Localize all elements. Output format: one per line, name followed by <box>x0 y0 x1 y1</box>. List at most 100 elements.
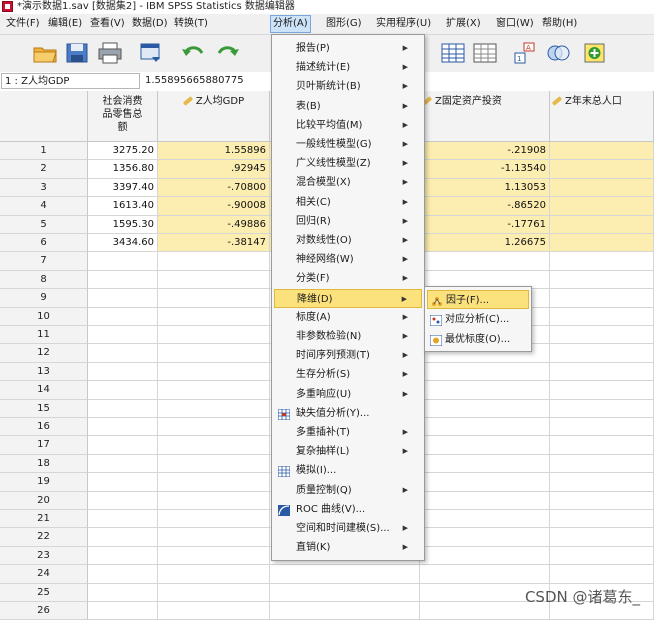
table-cell[interactable] <box>550 307 654 326</box>
row-header[interactable]: 14 <box>0 381 88 400</box>
row-header[interactable]: 7 <box>0 252 88 271</box>
row-header[interactable]: 10 <box>0 307 88 326</box>
table-cell[interactable]: -.86520 <box>420 197 550 216</box>
table-cell[interactable] <box>550 381 654 400</box>
row-header[interactable]: 5 <box>0 215 88 234</box>
analyze-menu-item-1[interactable]: 报告(P) ▶ <box>274 39 422 58</box>
analyze-menu-item-14[interactable]: 降维(D) ▶ <box>274 288 422 308</box>
table-icon[interactable] <box>440 41 466 65</box>
table-cell[interactable] <box>158 602 270 620</box>
table-cell[interactable] <box>550 252 654 271</box>
table-cell[interactable]: 3397.40 <box>88 178 158 198</box>
grid-icon[interactable] <box>472 41 498 65</box>
save-icon[interactable] <box>64 41 90 65</box>
table-cell[interactable]: 1.55896 <box>158 142 270 161</box>
table-cell[interactable] <box>158 362 270 382</box>
table-cell[interactable] <box>550 436 654 455</box>
analyze-menu-item-13[interactable]: 分类(F) ▶ <box>274 269 422 288</box>
table-cell[interactable] <box>88 344 158 363</box>
table-cell[interactable]: -.49886 <box>158 215 270 234</box>
table-cell[interactable] <box>420 454 550 474</box>
open-folder-icon[interactable] <box>32 41 58 65</box>
col-header-zpop[interactable]: Z年末总人口 <box>550 91 654 142</box>
table-cell[interactable]: -.17761 <box>420 215 550 234</box>
table-cell[interactable] <box>158 399 270 418</box>
dimension-submenu-item-2[interactable]: 对应分析(C)... <box>427 310 529 329</box>
analyze-menu-item-24[interactable]: 质量控制(Q) ▶ <box>274 481 422 500</box>
analyze-menu-item-23[interactable]: 模拟(I)... <box>274 461 422 480</box>
table-cell[interactable] <box>270 583 420 602</box>
menu-10[interactable]: 窗口(W) <box>494 16 536 32</box>
table-cell[interactable] <box>550 546 654 566</box>
table-cell[interactable] <box>420 381 550 400</box>
row-header[interactable]: 12 <box>0 344 88 363</box>
table-cell[interactable] <box>88 399 158 418</box>
menu-3[interactable]: 查看(V) <box>88 16 127 32</box>
table-cell[interactable]: -.38147 <box>158 234 270 253</box>
table-cell[interactable] <box>550 178 654 198</box>
row-header[interactable]: 22 <box>0 528 88 547</box>
table-cell[interactable] <box>158 418 270 437</box>
row-header[interactable]: 3 <box>0 178 88 198</box>
cell-reference-box[interactable]: 1 : Z人均GDP <box>1 73 140 89</box>
analyze-menu-item-9[interactable]: 相关(C) ▶ <box>274 193 422 212</box>
analyze-menu-item-10[interactable]: 回归(R) ▶ <box>274 212 422 231</box>
analyze-menu-item-15[interactable]: 标度(A) ▶ <box>274 308 422 327</box>
menu-1[interactable]: 文件(F) <box>4 16 42 32</box>
analyze-menu-item-22[interactable]: 复杂抽样(L) ▶ <box>274 442 422 461</box>
table-cell[interactable] <box>420 473 550 492</box>
row-header[interactable]: 23 <box>0 546 88 566</box>
table-cell[interactable] <box>550 215 654 234</box>
table-cell[interactable] <box>88 510 158 529</box>
row-header[interactable]: 17 <box>0 436 88 455</box>
menu-5[interactable]: 转换(T) <box>172 16 210 32</box>
row-header[interactable]: 20 <box>0 491 88 510</box>
table-cell[interactable] <box>158 436 270 455</box>
analyze-menu-item-2[interactable]: 描述统计(E) ▶ <box>274 58 422 77</box>
table-cell[interactable] <box>158 289 270 308</box>
row-header[interactable]: 2 <box>0 160 88 179</box>
table-cell[interactable] <box>550 270 654 290</box>
value-labels-icon[interactable]: A1 <box>512 41 538 65</box>
table-cell[interactable] <box>420 528 550 547</box>
table-cell[interactable] <box>550 289 654 308</box>
table-cell[interactable] <box>88 473 158 492</box>
table-cell[interactable] <box>158 381 270 400</box>
analyze-menu-item-4[interactable]: 表(B) ▶ <box>274 97 422 116</box>
table-cell[interactable] <box>420 510 550 529</box>
table-cell[interactable] <box>550 234 654 253</box>
dimension-submenu-item-1[interactable]: 因子(F)... <box>427 290 529 309</box>
table-cell[interactable] <box>158 565 270 584</box>
dialog-recall-icon[interactable] <box>138 41 164 65</box>
col-header-retail[interactable]: 社会消费 品零售总额 <box>88 91 158 142</box>
table-cell[interactable] <box>420 565 550 584</box>
table-cell[interactable] <box>550 491 654 510</box>
analyze-menu-item-18[interactable]: 生存分析(S) ▶ <box>274 365 422 384</box>
analyze-menu-item-11[interactable]: 对数线性(O) ▶ <box>274 231 422 250</box>
table-cell[interactable] <box>420 546 550 566</box>
table-cell[interactable]: 1.26675 <box>420 234 550 253</box>
menu-4[interactable]: 数据(D) <box>130 16 170 32</box>
table-cell[interactable] <box>158 491 270 510</box>
row-header[interactable]: 24 <box>0 565 88 584</box>
analyze-menu-item-27[interactable]: 直销(K) ▶ <box>274 538 422 557</box>
table-cell[interactable] <box>420 252 550 271</box>
table-cell[interactable]: -.21908 <box>420 142 550 161</box>
table-cell[interactable] <box>88 436 158 455</box>
table-cell[interactable] <box>158 326 270 345</box>
table-cell[interactable] <box>158 344 270 363</box>
table-cell[interactable] <box>550 565 654 584</box>
table-cell[interactable] <box>550 454 654 474</box>
table-cell[interactable] <box>420 491 550 510</box>
row-header[interactable]: 9 <box>0 289 88 308</box>
table-cell[interactable] <box>88 381 158 400</box>
analyze-menu-item-19[interactable]: 多重响应(U) ▶ <box>274 385 422 404</box>
redo-icon[interactable] <box>215 41 241 65</box>
table-cell[interactable] <box>88 307 158 326</box>
table-cell[interactable]: -.70800 <box>158 178 270 198</box>
row-header[interactable]: 8 <box>0 270 88 290</box>
table-cell[interactable] <box>158 546 270 566</box>
table-cell[interactable] <box>88 602 158 620</box>
analyze-menu-item-17[interactable]: 时间序列预测(T) ▶ <box>274 346 422 365</box>
row-header[interactable]: 18 <box>0 454 88 474</box>
